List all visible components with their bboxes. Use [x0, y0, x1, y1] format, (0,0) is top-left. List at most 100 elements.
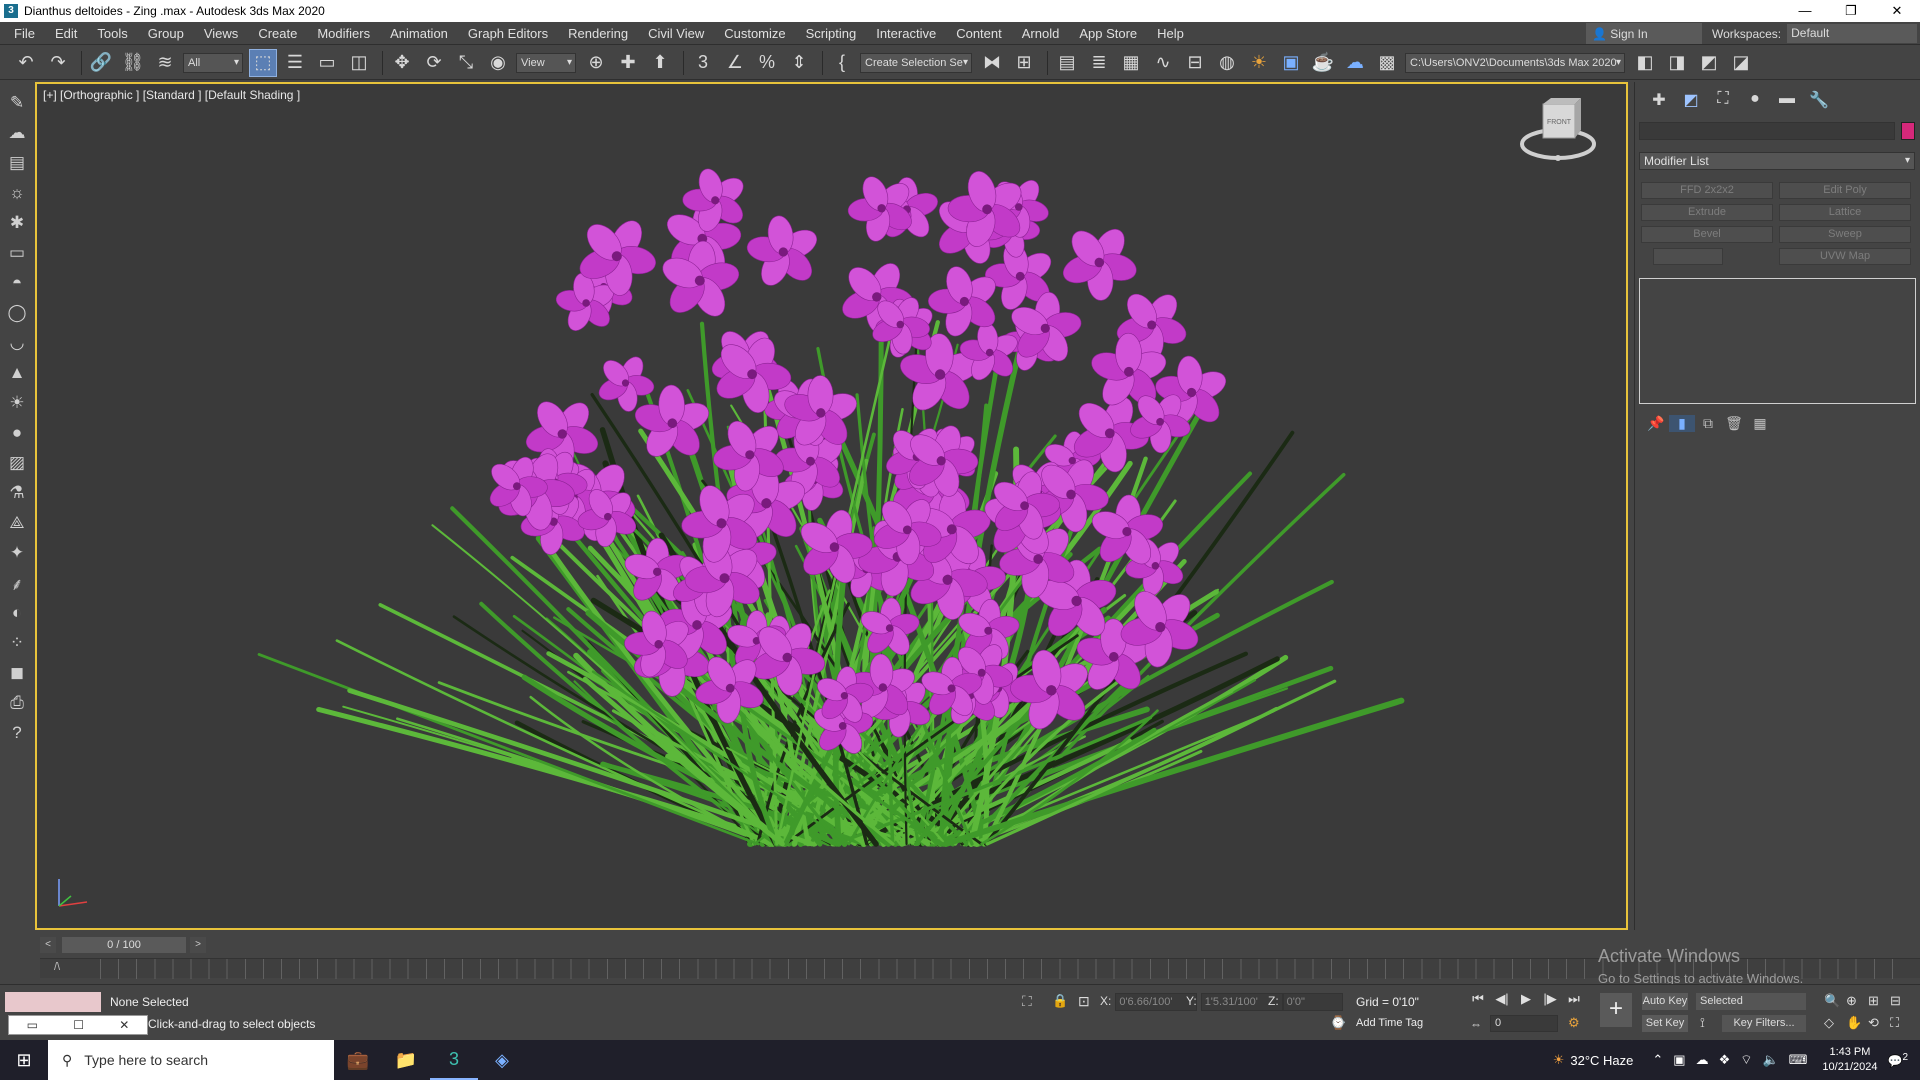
- spinner-snap-icon[interactable]: ⇕: [785, 49, 813, 77]
- viewport-layout-icon[interactable]: ▤: [4, 150, 30, 176]
- network-icon[interactable]: ⌔: [1740, 1052, 1752, 1068]
- volume-icon[interactable]: 🔈: [1762, 1052, 1778, 1068]
- named-selection-set-dropdown[interactable]: Create Selection Se: [860, 52, 972, 73]
- brush-icon[interactable]: ✱: [4, 210, 30, 236]
- link-icon[interactable]: 🔗: [87, 49, 115, 77]
- weather-icon[interactable]: ☀: [1553, 1052, 1565, 1068]
- next-frame-icon[interactable]: >: [190, 937, 206, 953]
- current-frame-field[interactable]: 0: [1490, 1015, 1558, 1032]
- snaps-toggle-icon[interactable]: 3: [689, 49, 717, 77]
- pivot-center-icon[interactable]: ⊕: [582, 49, 610, 77]
- populate-icon[interactable]: ☁: [4, 120, 30, 146]
- taskbar-search-box[interactable]: ⚲ Type here to search: [48, 1040, 334, 1080]
- previous-key-icon[interactable]: ◀|: [1490, 991, 1514, 1007]
- menu-create[interactable]: Create: [248, 22, 307, 45]
- mirror-icon[interactable]: ⧓: [978, 49, 1006, 77]
- zoom-extents-all-icon[interactable]: ⊟: [1890, 993, 1901, 1009]
- time-slider-thumb[interactable]: 0 / 100: [62, 937, 186, 953]
- layer-explorer-icon[interactable]: ≣: [1085, 49, 1113, 77]
- previous-frame-icon[interactable]: <: [40, 937, 56, 953]
- set-key-button[interactable]: Set Key: [1642, 1015, 1688, 1032]
- sphere-icon[interactable]: ◯: [4, 300, 30, 326]
- export-icon[interactable]: ⎙: [4, 690, 30, 716]
- zoom-all-icon[interactable]: ⊕: [1846, 993, 1857, 1009]
- meet-now-icon[interactable]: ▣: [1673, 1052, 1685, 1068]
- menu-rendering[interactable]: Rendering: [558, 22, 638, 45]
- maxscript-listener[interactable]: [5, 992, 101, 1012]
- sketchup-taskbar-icon[interactable]: ◈: [478, 1040, 526, 1080]
- configure-modifier-sets-icon[interactable]: ▦: [1747, 415, 1773, 432]
- menu-app-store[interactable]: App Store: [1069, 22, 1147, 45]
- scale-icon[interactable]: ⤡: [452, 49, 480, 77]
- close-preview-icon[interactable]: ✕: [119, 1018, 129, 1032]
- taskbar-clock[interactable]: 1:43 PM 10/21/2024: [1822, 1045, 1877, 1075]
- select-manipulate-icon[interactable]: ✚: [614, 49, 642, 77]
- paint-icon[interactable]: ⚗: [4, 480, 30, 506]
- notifications-icon[interactable]: 💬2: [1887, 1052, 1908, 1068]
- percent-snap-icon[interactable]: %: [753, 49, 781, 77]
- menu-file[interactable]: File: [0, 22, 45, 45]
- selection-lock-icon[interactable]: 🔒: [1052, 993, 1068, 1009]
- select-object-icon[interactable]: ⬚: [249, 48, 277, 77]
- render-in-cloud-icon[interactable]: ☁: [1341, 49, 1369, 77]
- auto-key-button[interactable]: Auto Key: [1642, 993, 1688, 1010]
- z-coordinate-field[interactable]: 0'0": [1282, 993, 1343, 1011]
- unlink-icon[interactable]: ⛓: [119, 49, 147, 77]
- hierarchy-tab-icon[interactable]: ⛶: [1707, 90, 1739, 112]
- modifier-empty-button[interactable]: [1653, 248, 1723, 265]
- material-editor-icon[interactable]: ◍: [1213, 49, 1241, 77]
- modifier-stack[interactable]: [1639, 278, 1916, 404]
- modifier-extrude-button[interactable]: Extrude: [1641, 204, 1773, 221]
- menu-interactive[interactable]: Interactive: [866, 22, 946, 45]
- scene-explorer-icon[interactable]: ▤: [1053, 49, 1081, 77]
- menu-tools[interactable]: Tools: [87, 22, 137, 45]
- modifier-lattice-button[interactable]: Lattice: [1779, 204, 1911, 221]
- scene-light-icon[interactable]: ☼: [4, 180, 30, 206]
- make-unique-icon[interactable]: ⧉: [1695, 415, 1721, 432]
- menu-modifiers[interactable]: Modifiers: [307, 22, 380, 45]
- menu-content[interactable]: Content: [946, 22, 1012, 45]
- display-tab-icon[interactable]: ▬: [1771, 90, 1803, 112]
- pin-stack-icon[interactable]: 📌: [1643, 415, 1669, 432]
- schematic-view-icon[interactable]: ⊟: [1181, 49, 1209, 77]
- object-paint-icon[interactable]: ✎: [4, 90, 30, 116]
- create-tab-icon[interactable]: ✚: [1643, 90, 1675, 112]
- menu-animation[interactable]: Animation: [380, 22, 458, 45]
- ball-icon[interactable]: ●: [4, 420, 30, 446]
- dome-icon[interactable]: ◓: [4, 270, 30, 296]
- particles-icon[interactable]: ⁘: [4, 630, 30, 656]
- add-time-tag[interactable]: Add Time Tag: [1356, 1017, 1423, 1029]
- go-to-start-icon[interactable]: ⏮: [1466, 991, 1490, 1007]
- move-icon[interactable]: ✥: [388, 49, 416, 77]
- motion-tab-icon[interactable]: ●: [1739, 90, 1771, 112]
- weather-text[interactable]: 32°C Haze: [1570, 1053, 1633, 1068]
- project-icon-1[interactable]: ◧: [1631, 49, 1659, 77]
- show-end-result-icon[interactable]: ▮: [1669, 414, 1695, 432]
- language-icon[interactable]: ⌨: [1789, 1052, 1808, 1068]
- 3dsmax-taskbar-icon[interactable]: 3: [430, 1040, 478, 1080]
- menu-arnold[interactable]: Arnold: [1012, 22, 1070, 45]
- menu-customize[interactable]: Customize: [714, 22, 795, 45]
- angle-snap-icon[interactable]: ∠: [721, 49, 749, 77]
- sign-in-dropdown[interactable]: 👤 Sign In: [1586, 23, 1702, 44]
- menu-help[interactable]: Help: [1147, 22, 1194, 45]
- workspace-dropdown[interactable]: Default: [1787, 24, 1918, 43]
- modifier-ffd-button[interactable]: FFD 2x2x2: [1641, 182, 1773, 199]
- project-icon-4[interactable]: ◪: [1727, 49, 1755, 77]
- bowl-icon[interactable]: ◡: [4, 330, 30, 356]
- project-icon-3[interactable]: ◩: [1695, 49, 1723, 77]
- grass-icon[interactable]: ⸙: [4, 570, 30, 596]
- selection-filter-dropdown[interactable]: All: [183, 52, 243, 73]
- key-mode-dropdown[interactable]: Selected: [1696, 993, 1806, 1010]
- menu-civil-view[interactable]: Civil View: [638, 22, 714, 45]
- plane-icon[interactable]: ▭: [4, 240, 30, 266]
- keyboard-shortcut-override-icon[interactable]: ⬆: [646, 49, 674, 77]
- work-briefcase-icon[interactable]: 💼: [334, 1040, 382, 1080]
- maximize-viewport-icon[interactable]: ⛶: [1890, 1015, 1899, 1031]
- ribbon-toggle-icon[interactable]: ▦: [1117, 49, 1145, 77]
- curve-editor-mini-icon[interactable]: /\: [54, 961, 60, 973]
- object-color-swatch[interactable]: [1901, 122, 1915, 140]
- modifier-sweep-button[interactable]: Sweep: [1779, 226, 1911, 243]
- rectangular-selection-icon[interactable]: ▭: [313, 49, 341, 77]
- key-mode-toggle-icon[interactable]: ⇔: [1470, 1017, 1482, 1031]
